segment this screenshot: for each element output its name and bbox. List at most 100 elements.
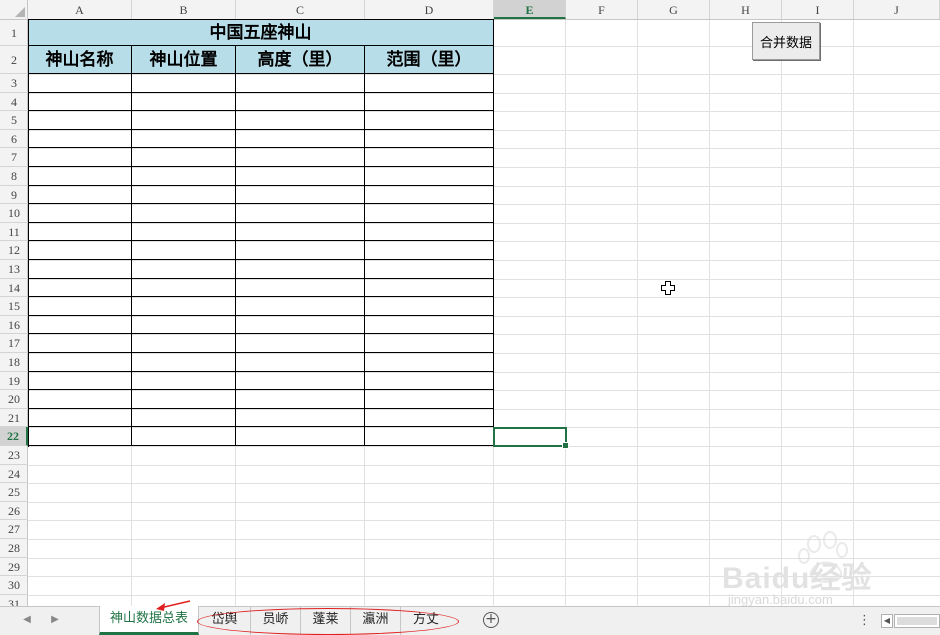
hscroll-left-icon[interactable]: ◀ [881, 614, 893, 628]
row-header-6[interactable]: 6 [0, 130, 28, 148]
table-cell[interactable] [236, 427, 365, 446]
row-header-26[interactable]: 26 [0, 502, 28, 520]
table-cell[interactable] [132, 204, 236, 223]
table-cell[interactable] [132, 353, 236, 372]
row-header-25[interactable]: 25 [0, 483, 28, 502]
row-header-13[interactable]: 13 [0, 260, 28, 279]
more-options-icon[interactable]: ⋮ [858, 613, 871, 628]
table-cell[interactable] [236, 260, 365, 279]
table-cell[interactable] [28, 167, 132, 186]
table-cell[interactable] [132, 427, 236, 446]
table-cell[interactable] [132, 316, 236, 334]
table-cell[interactable] [365, 167, 494, 186]
table-cell[interactable] [28, 427, 132, 446]
table-cell[interactable] [236, 204, 365, 223]
table-cell[interactable] [236, 409, 365, 427]
header-cell-height[interactable]: 高度（里） [236, 46, 365, 74]
table-cell[interactable] [365, 390, 494, 409]
table-cell[interactable] [365, 316, 494, 334]
table-cell[interactable] [365, 148, 494, 167]
table-cell[interactable] [132, 334, 236, 353]
table-cell[interactable] [236, 186, 365, 204]
row-header-21[interactable]: 21 [0, 409, 28, 427]
row-header-7[interactable]: 7 [0, 148, 28, 167]
table-cell[interactable] [236, 148, 365, 167]
table-cell[interactable] [28, 409, 132, 427]
header-cell-range[interactable]: 范围（里） [365, 46, 494, 74]
horizontal-scrollbar[interactable] [894, 614, 940, 628]
table-cell[interactable] [132, 93, 236, 111]
table-cell[interactable] [132, 372, 236, 390]
row-header-2[interactable]: 2 [0, 46, 28, 74]
table-cell[interactable] [28, 204, 132, 223]
table-cell[interactable] [365, 241, 494, 260]
column-header-j[interactable]: J [854, 0, 940, 19]
table-cell[interactable] [132, 111, 236, 130]
table-cell[interactable] [28, 74, 132, 93]
row-header-27[interactable]: 27 [0, 520, 28, 539]
table-cell[interactable] [28, 186, 132, 204]
table-cell[interactable] [28, 316, 132, 334]
scroll-tabs-right-icon[interactable]: ▶ [48, 613, 62, 627]
column-header-i[interactable]: I [782, 0, 854, 19]
row-header-19[interactable]: 19 [0, 372, 28, 390]
table-cell[interactable] [365, 111, 494, 130]
table-cell[interactable] [132, 167, 236, 186]
table-cell[interactable] [28, 93, 132, 111]
table-cell[interactable] [236, 297, 365, 316]
table-cell[interactable] [132, 223, 236, 241]
table-cell[interactable] [365, 186, 494, 204]
table-cell[interactable] [236, 93, 365, 111]
table-cell[interactable] [132, 297, 236, 316]
table-cell[interactable] [28, 260, 132, 279]
table-cell[interactable] [132, 279, 236, 297]
add-sheet-icon[interactable]: + [483, 612, 499, 628]
table-cell[interactable] [132, 409, 236, 427]
table-cell[interactable] [132, 260, 236, 279]
worksheet-grid[interactable]: ABCDEFGHIJ 1 2 3 4 5 6 7 8 9 10 11 12 13 14 15 16 17 18 19… [0, 0, 940, 606]
row-header-31[interactable]: 31 [0, 595, 28, 606]
row-header-15[interactable]: 15 [0, 297, 28, 316]
row-header-29[interactable]: 29 [0, 558, 28, 576]
row-header-16[interactable]: 16 [0, 316, 28, 334]
row-header-28[interactable]: 28 [0, 539, 28, 558]
table-cell[interactable] [236, 223, 365, 241]
table-cell[interactable] [236, 353, 365, 372]
table-cell[interactable] [236, 111, 365, 130]
scroll-tabs-left-icon[interactable]: ◀ [20, 613, 34, 627]
row-header-9[interactable]: 9 [0, 186, 28, 204]
table-cell[interactable] [365, 260, 494, 279]
table-cell[interactable] [28, 111, 132, 130]
table-cell[interactable] [28, 334, 132, 353]
table-cell[interactable] [236, 241, 365, 260]
table-cell[interactable] [365, 223, 494, 241]
row-header-30[interactable]: 30 [0, 576, 28, 595]
row-header-12[interactable]: 12 [0, 241, 28, 260]
table-cell[interactable] [365, 93, 494, 111]
row-header-22[interactable]: 22 [0, 427, 28, 446]
table-cell[interactable] [28, 297, 132, 316]
active-cell-e22[interactable] [493, 427, 569, 449]
table-cell[interactable] [236, 372, 365, 390]
table-cell[interactable] [28, 241, 132, 260]
table-cell[interactable] [365, 130, 494, 148]
table-cell[interactable] [365, 334, 494, 353]
table-cell[interactable] [132, 390, 236, 409]
row-header-10[interactable]: 10 [0, 204, 28, 223]
table-cell[interactable] [132, 74, 236, 93]
row-header-5[interactable]: 5 [0, 111, 28, 130]
table-cell[interactable] [28, 223, 132, 241]
row-header-3[interactable]: 3 [0, 74, 28, 93]
table-cell[interactable] [365, 204, 494, 223]
table-cell[interactable] [365, 74, 494, 93]
fill-handle[interactable] [562, 442, 569, 449]
row-header-1[interactable]: 1 [0, 20, 28, 46]
column-header-b[interactable]: B [132, 0, 236, 19]
table-cell[interactable] [236, 74, 365, 93]
row-header-23[interactable]: 23 [0, 446, 28, 465]
table-cell[interactable] [132, 148, 236, 167]
table-cell[interactable] [132, 186, 236, 204]
column-header-c[interactable]: C [236, 0, 365, 19]
table-cell[interactable] [236, 167, 365, 186]
table-cell[interactable] [28, 353, 132, 372]
